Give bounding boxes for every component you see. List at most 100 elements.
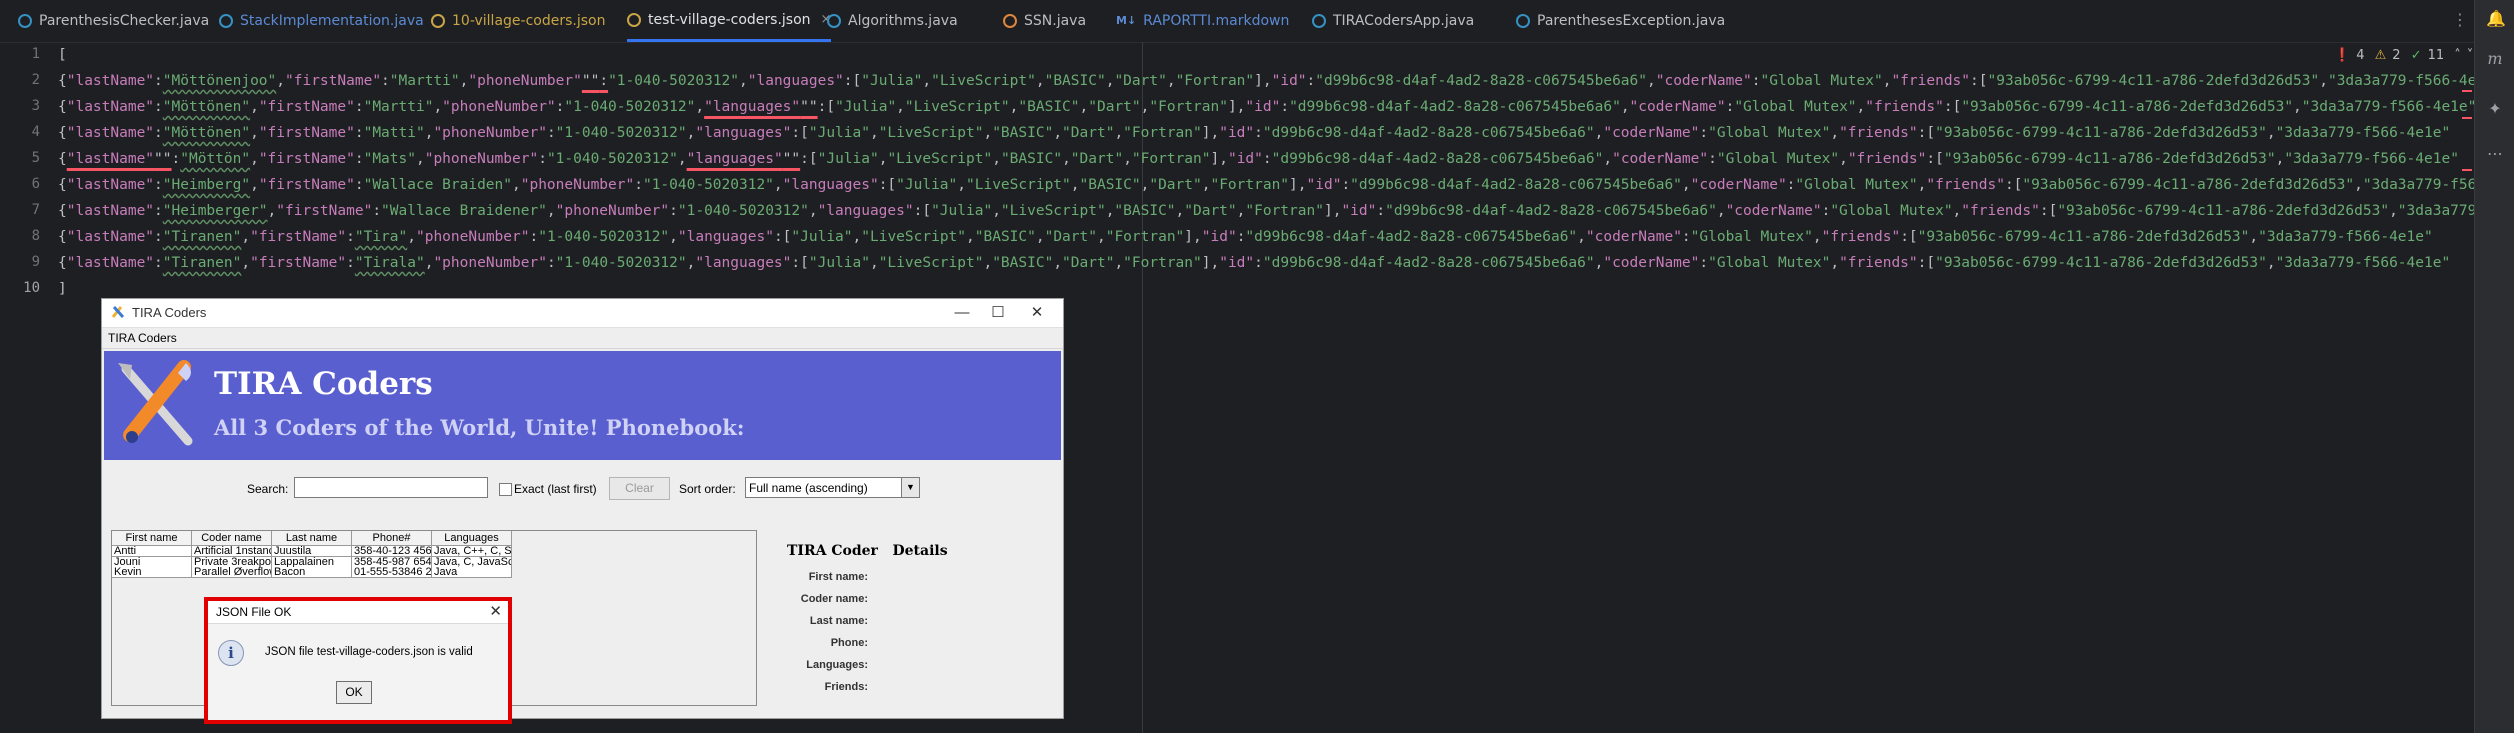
code-line[interactable]: {"lastName":"Heimberg","firstName":"Wall… — [58, 172, 2474, 198]
table-cell[interactable]: Jouni — [112, 556, 192, 568]
java-class-icon — [219, 14, 233, 28]
code-token: "3da3a779-f566-4e1e" — [2327, 73, 2474, 89]
code-token: "phoneNumber" — [442, 99, 556, 115]
tab-10-village-coders-json[interactable]: 10-village-coders.json — [431, 0, 605, 42]
maximize-icon[interactable]: ☐ — [983, 302, 1013, 324]
table-cell[interactable]: Lappalainen — [272, 556, 352, 568]
code-token: , — [2266, 255, 2276, 271]
close-icon[interactable]: ✕ — [1022, 302, 1052, 324]
table-cell[interactable]: 01-555-53846 22266 — [352, 567, 432, 578]
code-line[interactable]: {"lastName""":"Möttön","firstName":"Mats… — [58, 146, 2459, 172]
code-token: "LiveScript" — [878, 255, 984, 271]
code-line[interactable]: {"lastName":"Tiranen","firstName":"Tiral… — [58, 250, 2450, 276]
tab-list-menu-icon[interactable]: ⋮ — [2452, 10, 2468, 29]
code-token: , — [983, 125, 993, 141]
code-token: "lastName" — [66, 73, 155, 89]
more-tools-icon[interactable]: ⋯ — [2486, 145, 2504, 163]
code-token: "friends" — [1847, 151, 1927, 167]
code-token: , — [669, 229, 678, 245]
table-cell[interactable]: Antti — [112, 546, 192, 557]
code-token: { — [58, 229, 67, 245]
markdown-plugin-icon[interactable]: m — [2486, 50, 2504, 68]
table-cell[interactable]: Java — [432, 567, 512, 578]
code-token: { — [58, 203, 67, 219]
tab-ssn-java[interactable]: SSN.java — [1003, 0, 1086, 42]
code-token: "firstName" — [250, 229, 347, 245]
code-token: "Dart" — [1062, 255, 1115, 271]
clear-button[interactable]: Clear — [609, 477, 670, 500]
error-stripe-mark[interactable] — [2462, 117, 2472, 119]
code-token: , — [1070, 177, 1080, 193]
code-token: "coderName" — [1690, 177, 1787, 193]
table-cell[interactable]: Parallel Øverflow — [192, 567, 272, 578]
tab-algorithms-java[interactable]: Algorithms.java — [827, 0, 958, 42]
column-header[interactable]: Languages — [432, 531, 512, 546]
sort-order-label: Sort order: — [679, 482, 736, 496]
code-line[interactable]: {"lastName":"Heimberger","firstName":"Wa… — [58, 198, 2474, 224]
ok-button[interactable]: OK — [336, 681, 372, 704]
menu-tira-coders[interactable]: TIRA Coders — [108, 331, 177, 345]
code-line[interactable]: {"lastName":"Möttönen","firstName":"Mart… — [58, 94, 2474, 120]
code-token: "3da3a779-f566-4e1e" — [2258, 229, 2433, 245]
table-cell[interactable]: Juustila — [272, 546, 352, 557]
tab-stackimplementation-java[interactable]: StackImplementation.java — [219, 0, 424, 42]
exact-checkbox[interactable] — [499, 483, 512, 496]
code-token: "lastName" — [66, 203, 155, 219]
error-stripe-mark[interactable] — [2462, 169, 2472, 171]
code-token: : — [354, 151, 364, 167]
sort-order-select[interactable]: Full name (ascending) ▼ — [745, 477, 920, 498]
code-token: "BASIC" — [992, 125, 1054, 141]
tab-label: Algorithms.java — [848, 13, 958, 29]
code-token: :[ — [913, 203, 932, 219]
search-input[interactable] — [294, 477, 488, 498]
code-line[interactable]: {"lastName":"Tiranen","firstName":"Tira"… — [58, 224, 2433, 250]
tab-tiracodersapp-java[interactable]: TIRACodersApp.java — [1312, 0, 1474, 42]
code-line[interactable]: {"lastName":"Möttönen","firstName":"Matt… — [58, 120, 2450, 146]
column-header[interactable]: Phone# — [352, 531, 432, 546]
tab-test-village-coders-json[interactable]: test-village-coders.json × — [627, 0, 832, 42]
tab-parenthesischecker-java[interactable]: ParenthesisChecker.java — [18, 0, 209, 42]
code-token: , — [677, 151, 687, 167]
table-cell[interactable]: Artificial 1nstance — [192, 546, 272, 557]
code-token: : — [546, 125, 556, 141]
table-cell[interactable]: Java, C++, C, Swift — [432, 546, 512, 557]
code-token: : — [634, 177, 643, 193]
table-cell[interactable]: Private 3reakpoint — [192, 556, 272, 568]
table-cell[interactable]: 358-45-987 6543 — [352, 556, 432, 568]
code-token: , — [992, 151, 1001, 167]
code-token: "lastName" — [66, 99, 155, 115]
tab-parenthesesexception-java[interactable]: ParenthesesException.java — [1516, 0, 1725, 42]
code-line[interactable]: [ — [58, 42, 67, 68]
column-header[interactable]: Coder name — [192, 531, 272, 546]
chevron-down-icon[interactable]: ▼ — [901, 478, 919, 497]
code-token: "LiveScript" — [966, 177, 1071, 193]
code-token: : — [354, 177, 364, 193]
code-line[interactable]: {"lastName":"Möttönenjoo","firstName":"M… — [58, 68, 2474, 94]
close-icon[interactable]: ✕ — [489, 602, 502, 620]
tab-raportti-markdown[interactable]: M↓ RAPORTTI.markdown — [1116, 0, 1289, 42]
code-token: , — [250, 99, 259, 115]
minimize-icon[interactable]: — — [947, 302, 977, 324]
ai-assistant-icon[interactable]: ✦ — [2486, 100, 2504, 118]
table-cell[interactable]: Bacon — [272, 567, 352, 578]
error-stripe-mark[interactable] — [2462, 90, 2472, 92]
code-token: "friends" — [1839, 125, 1918, 141]
column-header[interactable]: First name — [112, 531, 192, 546]
code-token: : — [372, 203, 382, 219]
code-token: "d99b6c98-d4af-4ad2-8a28-c067545be6a6" — [1315, 73, 1647, 89]
code-token: :[ — [2039, 203, 2058, 219]
code-line[interactable]: ] — [58, 276, 67, 302]
tab-label: StackImplementation.java — [240, 13, 424, 29]
table-cell[interactable]: Java, C, JavaScript, P... — [432, 556, 512, 568]
json-ok-dialog: JSON File OK ✕ i JSON file test-village-… — [204, 597, 512, 724]
notifications-icon[interactable]: 🔔 — [2486, 10, 2506, 28]
table-cell[interactable]: 358-40-123 4567 — [352, 546, 432, 557]
column-header[interactable]: Last name — [272, 531, 352, 546]
code-token: "lastName" — [66, 177, 155, 193]
table-cell[interactable]: Kevin — [112, 567, 192, 578]
code-token: "Dart" — [1149, 177, 1202, 193]
code-token: , — [808, 203, 818, 219]
line-number: 9 — [31, 254, 40, 270]
code-token: "d99b6c98-d4af-4ad2-8a28-c067545be6a6" — [1245, 229, 1578, 245]
code-editor[interactable]: [{"lastName":"Möttönenjoo","firstName":"… — [58, 42, 2474, 302]
